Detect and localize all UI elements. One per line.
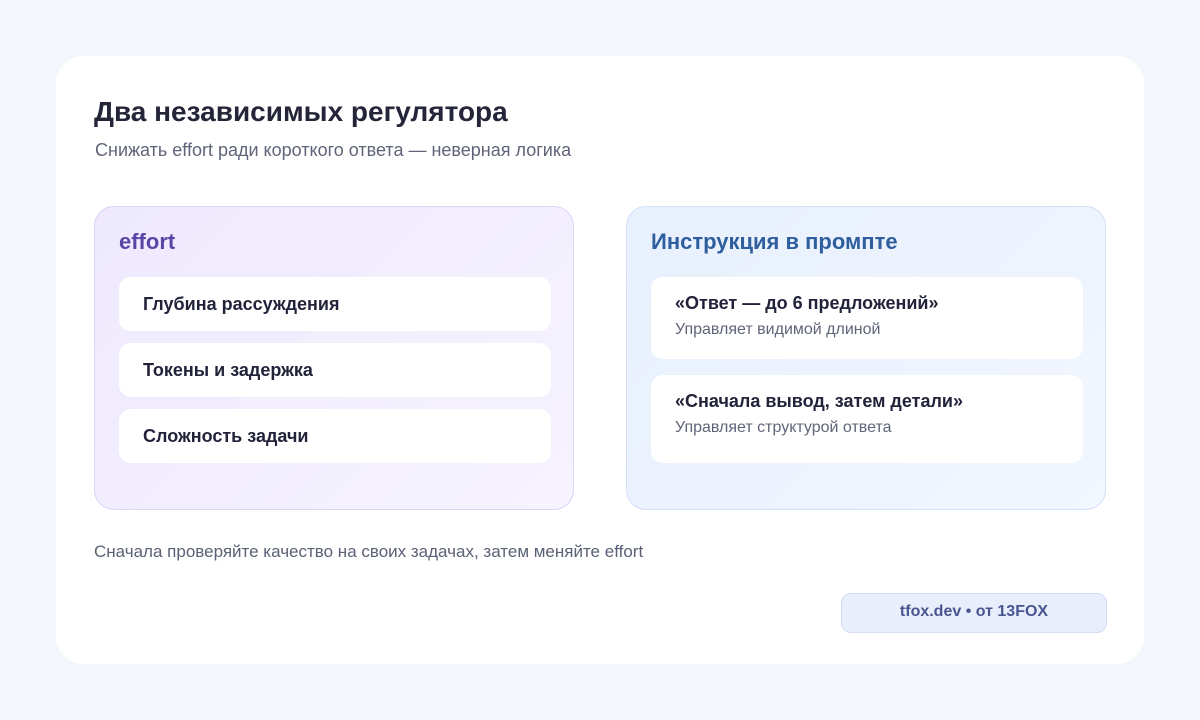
instruction-item-label: «Ответ — до 6 предложений» — [675, 293, 939, 313]
instruction-item: «Сначала вывод, затем детали» Управляет … — [651, 375, 1083, 463]
effort-item: Глубина рассуждения — [119, 277, 551, 331]
effort-panel: effort Глубина рассуждения Токены и заде… — [94, 206, 574, 510]
footer-note: Сначала проверяйте качество на своих зад… — [94, 542, 644, 561]
instruction-item-description: Управляет структурой ответа — [675, 419, 892, 436]
page-background: Два независимых регулятора Снижать effor… — [0, 0, 1200, 720]
effort-item: Сложность задачи — [119, 409, 551, 463]
content-card: Два независимых регулятора Снижать effor… — [56, 56, 1144, 664]
credit-badge: tfox.dev • от 13FOX — [841, 593, 1107, 633]
prompt-instruction-panel-heading: Инструкция в промпте — [651, 229, 898, 254]
instruction-item-label: «Сначала вывод, затем детали» — [675, 391, 963, 411]
effort-item-label: Токены и задержка — [143, 360, 313, 380]
page-subtitle: Снижать effort ради короткого ответа — н… — [95, 140, 572, 160]
effort-panel-heading: effort — [119, 229, 176, 254]
effort-item: Токены и задержка — [119, 343, 551, 397]
instruction-item: «Ответ — до 6 предложений» Управляет вид… — [651, 277, 1083, 359]
instruction-item-description: Управляет видимой длиной — [675, 321, 881, 338]
page-title: Два независимых регулятора — [94, 96, 508, 127]
effort-item-label: Сложность задачи — [143, 426, 309, 446]
prompt-instruction-panel: Инструкция в промпте «Ответ — до 6 предл… — [626, 206, 1106, 510]
effort-item-label: Глубина рассуждения — [143, 294, 340, 314]
